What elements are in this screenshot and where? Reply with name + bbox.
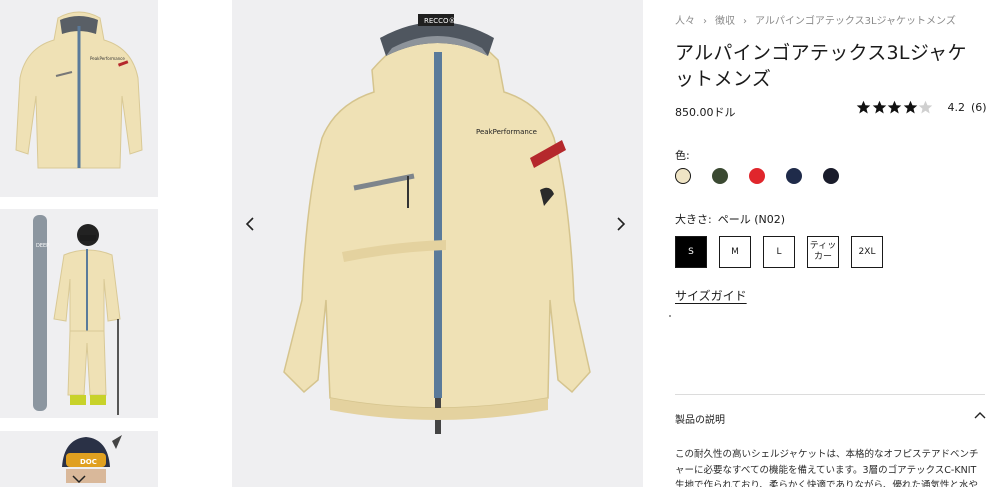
thumbnail-gallery: PeakPerformance DEEP DOC: [0, 0, 158, 487]
color-swatches: [675, 168, 860, 184]
star-icon: [903, 100, 917, 114]
size-button-m[interactable]: M: [719, 236, 751, 268]
chevron-up-icon[interactable]: [973, 410, 987, 420]
star-icon: [872, 100, 886, 114]
model-thumbnail-image: DEEP: [0, 209, 158, 418]
jacket-thumbnail-image: PeakPerformance: [0, 0, 158, 197]
star-icon: [918, 100, 933, 114]
divider-dot: [669, 315, 671, 317]
product-info-panel: 人々 › 徴収 › アルパインゴアテックス3Lジャケットメンズ アルパインゴアテックス3…: [669, 0, 987, 487]
size-options: S M L ティッカー 2XL: [675, 236, 895, 268]
size-label-row: 大きさ: ペール (N02): [675, 211, 791, 227]
review-count: (6): [971, 101, 987, 114]
product-page: PeakPerformance DEEP DOC RECCO® PeakPerf…: [0, 0, 1000, 487]
color-label: 色:: [675, 149, 690, 162]
chevron-down-icon[interactable]: [70, 472, 88, 486]
helmet-text: DOC: [80, 458, 97, 466]
color-swatch-dark-navy[interactable]: [823, 168, 839, 184]
chevron-left-icon[interactable]: [240, 214, 260, 234]
size-button-s[interactable]: S: [675, 236, 707, 268]
ski-text: DEEP: [36, 243, 49, 249]
product-price: 850.00ドル: [675, 106, 736, 119]
description-header[interactable]: 製品の説明: [675, 411, 725, 426]
star-icon: [887, 100, 902, 114]
size-button-xl[interactable]: ティッカー: [807, 236, 839, 268]
thumbnail-model[interactable]: DEEP: [0, 209, 158, 418]
rating-stars: [856, 100, 934, 115]
color-swatch-olive[interactable]: [712, 168, 728, 184]
size-button-l[interactable]: L: [763, 236, 795, 268]
jacket-image: RECCO® PeakPerformance: [232, 0, 643, 487]
color-swatch-navy[interactable]: [786, 168, 802, 184]
breadcrumb-separator: ›: [743, 16, 747, 27]
breadcrumb-separator: ›: [703, 16, 707, 27]
svg-text:PeakPerformance: PeakPerformance: [90, 56, 125, 61]
star-icon: [856, 100, 871, 114]
main-product-image: RECCO® PeakPerformance: [232, 0, 643, 487]
selected-color-name: ペール (N02): [717, 213, 786, 226]
brand-text: PeakPerformance: [476, 128, 537, 136]
color-swatch-red[interactable]: [749, 168, 765, 184]
thumbnail-jacket-front[interactable]: PeakPerformance: [0, 0, 158, 197]
breadcrumb: 人々 › 徴収 › アルパインゴアテックス3Lジャケットメンズ: [675, 12, 956, 27]
recco-tag-text: RECCO®: [424, 17, 456, 25]
breadcrumb-item[interactable]: 人々: [675, 12, 695, 27]
product-rating[interactable]: 4.2 (6): [856, 100, 987, 115]
product-title: アルパインゴアテックス3Lジャケットメンズ: [675, 42, 967, 90]
size-label: 大きさ:: [675, 213, 712, 226]
description-text: この耐久性の高いシェルジャケットは、本格的なオフピステアドベンチャーに必要なすべ…: [675, 449, 979, 487]
color-swatch-beige[interactable]: [675, 168, 691, 184]
breadcrumb-item-current: アルパインゴアテックス3Lジャケットメンズ: [755, 16, 956, 27]
section-divider: [675, 394, 985, 395]
size-guide-link[interactable]: サイズガイド: [675, 287, 747, 304]
chevron-right-icon[interactable]: [611, 214, 631, 234]
size-button-2xl[interactable]: 2XL: [851, 236, 883, 268]
rating-value: 4.2: [947, 101, 966, 114]
breadcrumb-item[interactable]: 徴収: [715, 12, 735, 27]
